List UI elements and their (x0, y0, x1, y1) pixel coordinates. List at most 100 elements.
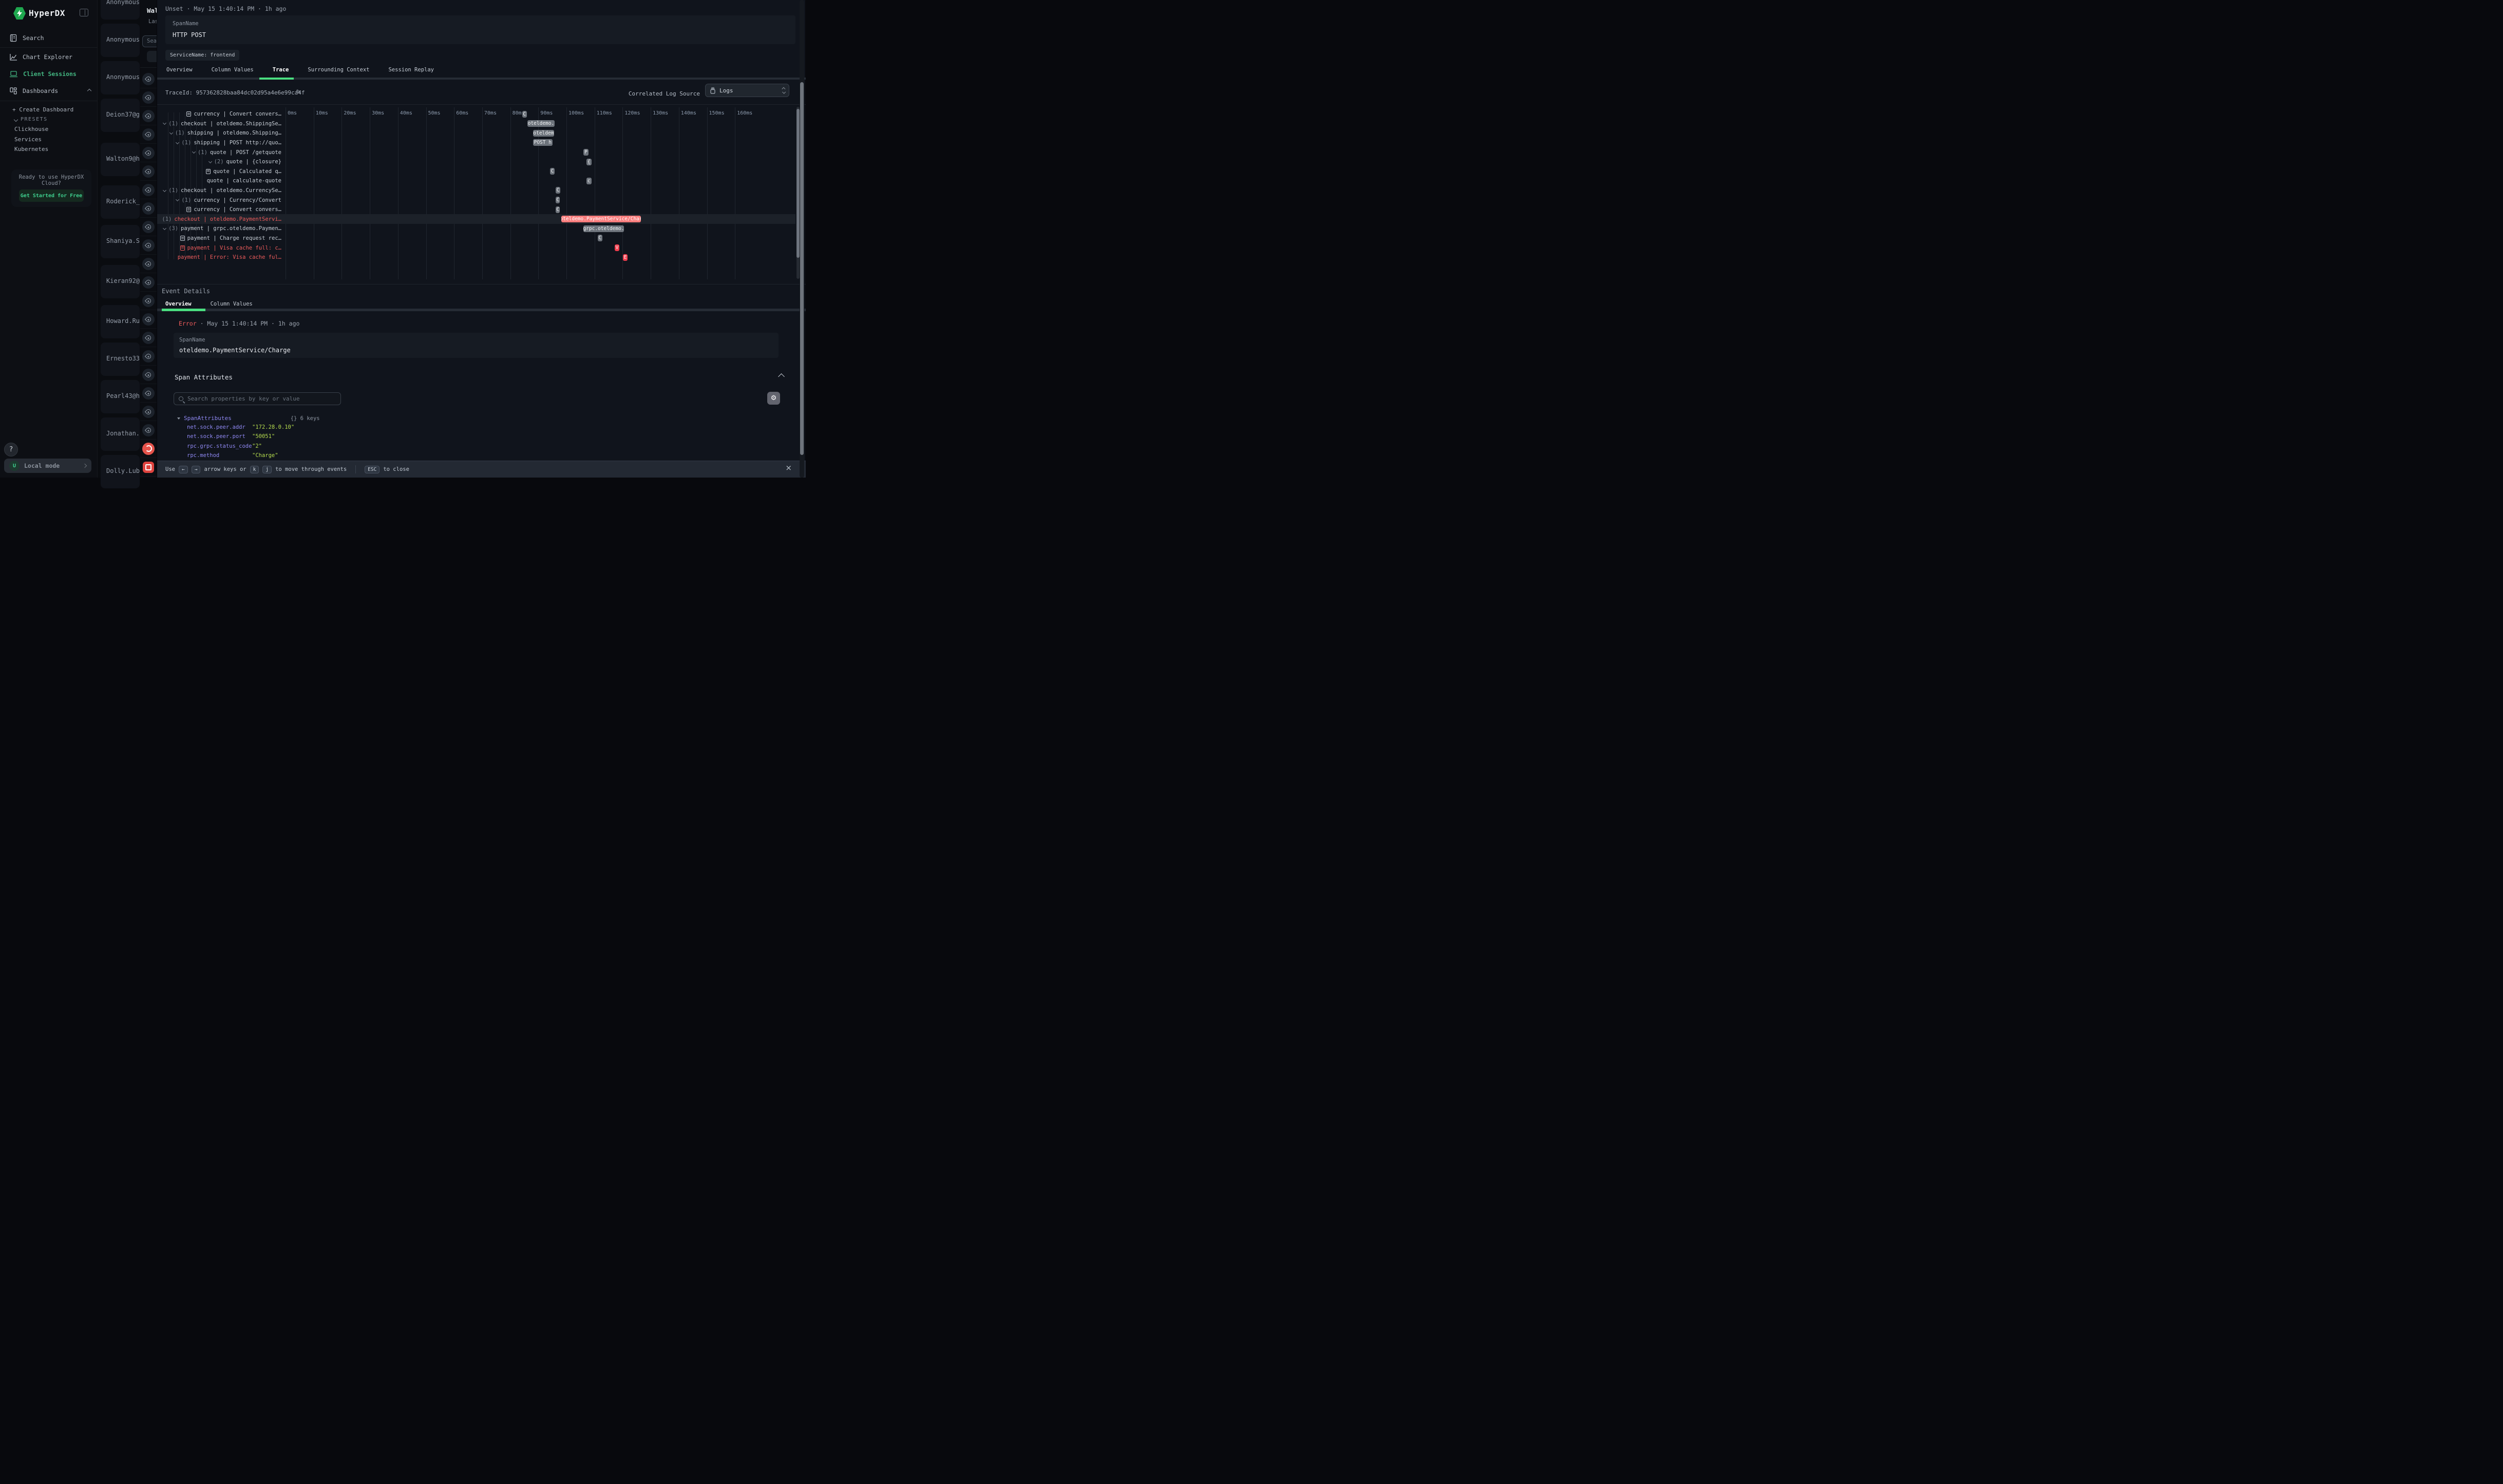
timeline-event[interactable] (140, 458, 157, 477)
trace-row-label[interactable]: (1)quote | POST /getquote (160, 147, 281, 157)
trace-bar[interactable]: C (556, 197, 560, 203)
trace-bar[interactable]: POST h (533, 139, 553, 146)
session-search-input[interactable]: Sea (142, 35, 157, 47)
timeline-event[interactable] (140, 255, 157, 273)
trace-row-label[interactable]: payment | Error: Visa cache ful… (160, 253, 281, 262)
service-name-chip[interactable]: ServiceName: frontend (165, 50, 239, 61)
trace-row-label[interactable]: (2)quote | {closure} (160, 157, 281, 167)
trace-row-label[interactable]: currency | Convert convers… (160, 109, 281, 119)
create-dashboard-link[interactable]: + Create Dashboard (12, 106, 73, 113)
event-tab-column-values[interactable]: Column Values (211, 301, 253, 307)
timeline-event[interactable] (140, 347, 157, 366)
sidebar-item-chart-explorer[interactable]: Chart Explorer (0, 51, 98, 63)
trace-bar[interactable]: { (586, 159, 592, 165)
session-card[interactable]: Anonymous (101, 61, 140, 94)
timeline-event[interactable] (140, 107, 157, 125)
preset-link-kubernetes[interactable]: Kubernetes (14, 146, 48, 153)
attribute-row[interactable]: net.sock.peer.addr"172.28.0.10" (187, 424, 294, 430)
trace-bar[interactable]: oteldemo. (527, 120, 555, 127)
session-card[interactable]: Anonymous (101, 0, 140, 20)
trace-row-label[interactable]: payment | Charge request rec… (160, 234, 281, 243)
session-card[interactable]: Ernesto33@ (101, 343, 140, 376)
session-filter-button[interactable]: H (147, 51, 157, 62)
timeline-event[interactable] (140, 440, 157, 458)
tab-overview[interactable]: Overview (166, 67, 193, 73)
trace-bar[interactable]: V (615, 244, 620, 251)
timeline-event[interactable] (140, 218, 157, 236)
event-tab-overview[interactable]: Overview (165, 301, 192, 307)
session-card[interactable]: Kieran92@h (101, 265, 140, 298)
sidebar-item-dashboards[interactable]: Dashboards (0, 85, 98, 97)
trace-bar[interactable]: oteldem (533, 130, 554, 137)
trace-row-label[interactable]: (3)payment | grpc.oteldemo.Paymen… (160, 224, 281, 234)
trace-row-label[interactable]: currency | Convert convers… (160, 205, 281, 215)
timeline-event[interactable] (140, 236, 157, 255)
timeline-event[interactable] (140, 384, 157, 403)
session-card[interactable]: Roderick_S (101, 185, 140, 219)
trace-bar[interactable]: grpc.oteldemo. (583, 225, 624, 232)
timeline-event[interactable] (140, 162, 157, 181)
timeline-event[interactable] (140, 421, 157, 440)
help-button[interactable]: ? (4, 443, 18, 456)
session-card[interactable]: Pearl43@ho (101, 380, 140, 413)
presets-toggle[interactable]: PRESETS (14, 117, 48, 122)
session-card[interactable]: Howard.Run (101, 305, 140, 338)
timeline-event[interactable] (140, 273, 157, 292)
trace-bar[interactable]: C (556, 206, 560, 213)
trace-row-label[interactable]: (1)shipping | POST http://quo… (160, 138, 281, 148)
timeline-event[interactable] (140, 366, 157, 384)
timeline-event[interactable] (140, 144, 157, 162)
trace-row-label[interactable]: quote | Calculated q… (160, 167, 281, 177)
log-source-select[interactable]: Logs (705, 84, 789, 97)
attributes-search-input[interactable] (187, 395, 336, 402)
preset-link-services[interactable]: Services (14, 136, 42, 143)
timeline-event[interactable] (140, 292, 157, 310)
timeline-event[interactable] (140, 199, 157, 218)
trace-bar[interactable]: C (598, 235, 602, 241)
tab-trace[interactable]: Trace (273, 67, 289, 73)
tab-surrounding-context[interactable]: Surrounding Context (308, 67, 369, 73)
timeline-event[interactable] (140, 70, 157, 88)
trace-row-label[interactable]: (1)currency | Currency/Convert (160, 195, 281, 205)
session-card[interactable]: Anonymous (101, 24, 140, 57)
session-card[interactable]: Dolly.Lubo (101, 455, 140, 488)
sidebar-item-client-sessions[interactable]: Client Sessions (0, 68, 98, 80)
trace-bar[interactable]: C (522, 111, 527, 118)
timeline-event[interactable] (140, 310, 157, 329)
timeline-event[interactable] (140, 88, 157, 107)
trace-bar[interactable]: oteldemo.PaymentService/Char (561, 216, 641, 222)
collapse-chevron-icon[interactable] (778, 373, 785, 380)
trace-row-label[interactable]: quote | calculate-quote (160, 176, 281, 186)
session-card[interactable]: Walton9@ho (101, 143, 140, 176)
tab-session-replay[interactable]: Session Replay (388, 67, 434, 73)
tab-column-values[interactable]: Column Values (212, 67, 254, 73)
gear-icon[interactable]: ⚙ (767, 392, 780, 405)
timeline-event[interactable] (140, 125, 157, 144)
get-started-button[interactable]: Get Started for Free (19, 189, 84, 202)
attribute-row[interactable]: net.sock.peer.port"50051" (187, 433, 275, 440)
trace-bar[interactable]: c (586, 178, 592, 184)
attributes-root-node[interactable]: SpanAttributes {} 6 keys (177, 415, 320, 422)
drawer-scrollbar-thumb[interactable] (800, 82, 804, 455)
sidebar-collapse-icon[interactable] (80, 9, 88, 16)
timeline-event[interactable] (140, 181, 157, 199)
attribute-row[interactable]: rpc.method"Charge" (187, 452, 278, 459)
trace-bar[interactable]: P (583, 149, 588, 156)
timeline-event[interactable] (140, 329, 157, 347)
close-icon[interactable]: × (785, 464, 792, 472)
session-card[interactable]: Jonathan.B (101, 417, 140, 451)
sidebar-item-search[interactable]: Search (0, 32, 98, 44)
trace-bar[interactable]: C (550, 168, 555, 175)
local-mode-menu[interactable]: U Local mode (4, 459, 91, 473)
trace-row-label[interactable]: (1)checkout | oteldemo.PaymentServi… (160, 215, 281, 224)
trace-row-label[interactable]: (1)checkout | oteldemo.CurrencySe… (160, 186, 281, 196)
session-card[interactable]: Shaniya.Sc (101, 225, 140, 258)
trace-row-label[interactable]: (1)shipping | oteldemo.Shipping… (160, 128, 281, 138)
timeline-event[interactable] (140, 403, 157, 421)
edit-pencil-icon[interactable]: ✎ (296, 88, 301, 96)
session-card[interactable]: Deion37@gm (101, 99, 140, 132)
trace-bar[interactable]: C (556, 187, 560, 194)
preset-link-clickhouse[interactable]: Clickhouse (14, 126, 48, 132)
trace-row-label[interactable]: payment | Visa cache full: c… (160, 243, 281, 253)
trace-row-label[interactable]: (1)checkout | oteldemo.ShippingSe… (160, 119, 281, 129)
